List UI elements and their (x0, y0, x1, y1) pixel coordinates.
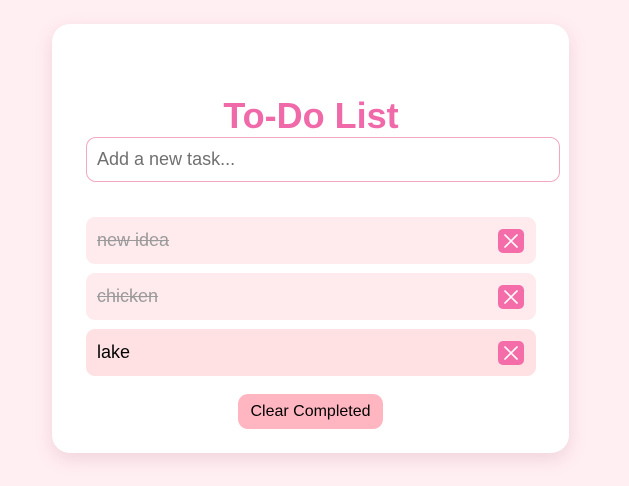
delete-task-button[interactable] (498, 229, 524, 253)
todo-card: To-Do List new idea chicken lake (52, 24, 569, 453)
delete-task-button[interactable] (498, 341, 524, 365)
delete-task-button[interactable] (498, 285, 524, 309)
close-icon (504, 290, 518, 304)
task-label: chicken (97, 286, 159, 306)
task-label: lake (97, 342, 131, 362)
clear-completed-button[interactable]: Clear Completed (238, 394, 383, 429)
task-label: new idea (97, 230, 170, 250)
close-icon (504, 234, 518, 248)
new-task-input[interactable] (86, 137, 560, 182)
task-list: new idea chicken lake (86, 217, 536, 385)
close-icon (504, 346, 518, 360)
task-item[interactable]: chicken (86, 273, 536, 320)
page-title: To-Do List (223, 95, 399, 136)
task-item[interactable]: new idea (86, 217, 536, 264)
task-item[interactable]: lake (86, 329, 536, 376)
